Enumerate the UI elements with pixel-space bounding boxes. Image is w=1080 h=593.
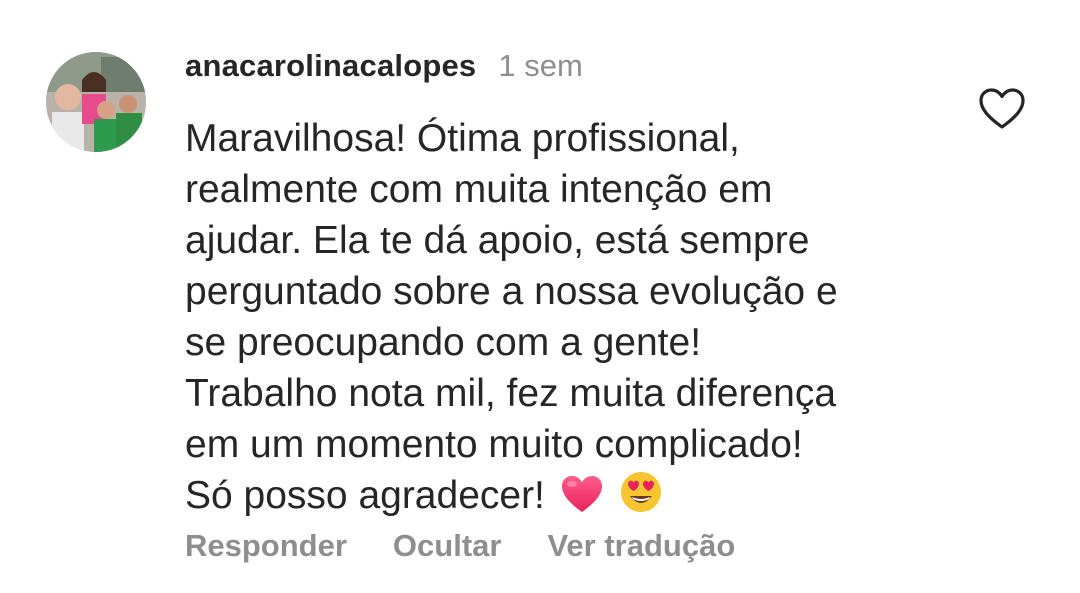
like-button[interactable]	[978, 87, 1026, 131]
avatar-photo	[46, 52, 146, 152]
red-heart-emoji	[560, 474, 604, 514]
comment-timestamp: 1 sem	[498, 48, 583, 83]
hide-button[interactable]: Ocultar	[393, 528, 502, 564]
reply-button[interactable]: Responder	[185, 528, 347, 564]
comment-text-line: Maravilhosa! Ótima profissional,	[185, 117, 740, 160]
comment-text-last-line: Só posso agradecer!	[185, 470, 955, 521]
comment-text-line: em um momento muito complicado!	[185, 423, 803, 466]
comment-text-line: realmente com muita intenção em	[185, 168, 773, 211]
comment-text-line: ajudar. Ela te dá apoio, está sempre	[185, 219, 810, 262]
heart-outline-icon	[979, 88, 1025, 129]
avatar[interactable]	[46, 52, 146, 152]
comment-text: Maravilhosa! Ótima profissional, realmen…	[185, 113, 955, 521]
comment-text-line: Trabalho nota mil, fez muita diferença	[185, 372, 837, 415]
username-link[interactable]: anacarolinacalopes	[185, 48, 476, 84]
comment-text-line: Só posso agradecer!	[185, 474, 545, 517]
comment-header: anacarolinacalopes 1 sem	[185, 48, 583, 88]
heart-eyes-emoji	[619, 470, 663, 514]
see-translation-button[interactable]: Ver tradução	[547, 528, 735, 564]
comment-text-line: se preocupando com a gente!	[185, 321, 702, 364]
comment-text-line: perguntado sobre a nossa evolução e	[185, 270, 838, 313]
comment-actions: Responder Ocultar Ver tradução	[185, 528, 781, 564]
comment-item: anacarolinacalopes 1 sem Maravilhosa! Ót…	[0, 0, 1080, 593]
